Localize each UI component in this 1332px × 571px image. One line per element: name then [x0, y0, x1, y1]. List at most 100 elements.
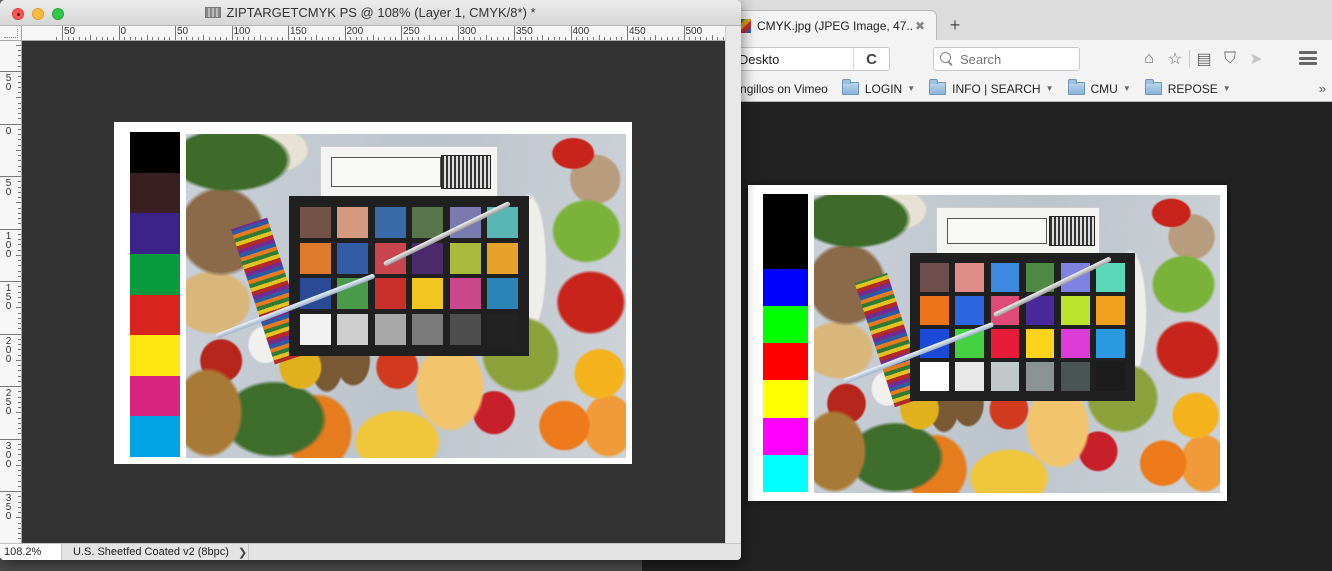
ruler-tick — [440, 37, 442, 40]
close-tab-icon[interactable]: ✖ — [912, 19, 928, 33]
bookmarks-overflow-icon[interactable]: » — [1319, 81, 1326, 96]
ruler-tick — [677, 37, 679, 40]
vertical-scrollbar[interactable] — [725, 26, 741, 543]
resolution-label-card — [936, 207, 1100, 255]
ruler-tick — [316, 35, 318, 40]
document-canvas[interactable] — [22, 41, 725, 543]
ruler-tick — [18, 459, 21, 461]
ruler-tick — [0, 281, 21, 282]
ruler-tick — [18, 191, 21, 193]
ruler-tick — [564, 37, 566, 40]
ruler-tick — [463, 37, 465, 40]
color-patch — [990, 263, 1020, 292]
ruler-tick — [615, 37, 617, 40]
ruler-tick — [18, 354, 21, 356]
color-patch — [300, 242, 331, 274]
ruler-tick — [129, 37, 131, 40]
ruler-label: 250 — [403, 26, 420, 37]
zoom-level-field[interactable]: 108.2% — [0, 544, 62, 560]
resolution-label-card — [320, 146, 498, 198]
share-icon[interactable]: ➤ — [1243, 48, 1269, 70]
bookmark-folder-login[interactable]: LOGIN ▼ — [841, 79, 915, 96]
color-swatch — [130, 294, 180, 336]
ruler-tick — [18, 239, 21, 240]
ruler-tick — [638, 37, 640, 40]
ruler-tick — [18, 449, 21, 450]
color-swatch — [763, 194, 808, 232]
bookmark-label: LOGIN — [864, 81, 903, 96]
ruler-tick — [700, 37, 702, 40]
ruler-tick — [0, 491, 21, 492]
title-bar[interactable]: ZIPTARGETCMYK PS @ 108% (Layer 1, CMYK/8… — [0, 0, 741, 26]
ruler-tick — [649, 37, 651, 40]
ruler-label: 500 — [685, 26, 703, 37]
bookmark-folder-info-search[interactable]: INFO | SEARCH ▼ — [929, 79, 1054, 96]
color-patch — [337, 313, 369, 345]
color-patch — [487, 242, 518, 274]
bookmark-star-icon[interactable]: ☆ — [1162, 48, 1188, 70]
ruler-tick — [214, 37, 216, 40]
ruler-tick — [395, 37, 397, 40]
color-patch — [412, 207, 443, 239]
ruler-tick — [18, 92, 21, 93]
ruler-tick — [18, 480, 21, 482]
document-image[interactable] — [114, 122, 632, 464]
horizontal-ruler[interactable]: 50050100150200250300350400450500550 — [22, 26, 725, 41]
ruler-tick — [18, 428, 21, 429]
ruler-tick — [18, 527, 21, 529]
ruler-label: 50 — [177, 26, 189, 37]
ruler-tick — [0, 71, 21, 72]
ruler-label: 150 — [290, 26, 307, 37]
ruler-tick — [621, 37, 623, 40]
ruler-tick — [485, 35, 487, 40]
vertical-ruler[interactable]: 050050100150200250300350 — [0, 41, 22, 543]
ruler-tick — [672, 37, 674, 40]
color-patch — [412, 278, 443, 310]
new-tab-button[interactable]: + — [944, 14, 966, 36]
ruler-tick — [446, 37, 448, 40]
search-box[interactable] — [933, 47, 1080, 71]
color-swatch — [130, 375, 180, 417]
ruler-label: 50 — [64, 26, 76, 37]
ruler-tick — [18, 422, 21, 424]
tab-cmyk-jpg[interactable]: CMYK.jpg (JPEG Image, 47... ✖ — [722, 10, 937, 41]
color-patch — [1096, 361, 1125, 391]
ruler-label: 0 — [120, 26, 127, 37]
ruler-tick — [95, 37, 97, 40]
ruler-tick — [321, 37, 323, 40]
document-title: ZIPTARGETCMYK PS @ 108% (Layer 1, CMYK/8… — [0, 5, 741, 20]
hamburger-menu-icon[interactable] — [1299, 51, 1317, 65]
ruler-tick — [18, 496, 21, 498]
ruler-tick — [18, 286, 21, 288]
ruler-origin[interactable] — [0, 26, 22, 41]
photoshop-document-window: ZIPTARGETCMYK PS @ 108% (Layer 1, CMYK/8… — [0, 0, 741, 560]
ruler-tick — [18, 302, 21, 303]
bookmark-folder-repose[interactable]: REPOSE ▼ — [1144, 79, 1231, 96]
ruler-tick — [18, 485, 21, 487]
reading-list-icon[interactable]: ▤ — [1191, 48, 1217, 70]
ruler-tick — [18, 270, 21, 272]
ruler-tick — [203, 35, 205, 40]
color-patch — [1096, 329, 1125, 358]
ruler-tick — [282, 37, 284, 40]
ruler-tick — [158, 37, 160, 40]
ruler-label: 0 — [5, 125, 12, 137]
ruler-tick — [16, 44, 21, 46]
ruler-tick — [717, 37, 719, 40]
ruler-tick — [18, 134, 21, 135]
color-patch — [374, 278, 406, 310]
reload-icon[interactable]: C — [853, 48, 889, 70]
ruler-tick — [18, 533, 21, 534]
home-icon[interactable]: ⌂ — [1136, 48, 1162, 70]
ruler-tick — [18, 223, 21, 225]
search-input[interactable] — [960, 51, 1070, 67]
displayed-jpeg-image[interactable] — [748, 185, 1227, 501]
ruler-tick — [18, 218, 21, 219]
ruler-tick — [643, 37, 645, 40]
ruler-tick — [497, 37, 499, 40]
color-bar-strip — [130, 132, 180, 457]
color-patch — [1060, 296, 1090, 325]
bookmark-folder-cmu[interactable]: CMU ▼ — [1067, 79, 1131, 96]
pocket-icon[interactable]: ⛉ — [1217, 48, 1243, 70]
status-menu-arrow-icon[interactable]: ❯ — [238, 546, 247, 559]
